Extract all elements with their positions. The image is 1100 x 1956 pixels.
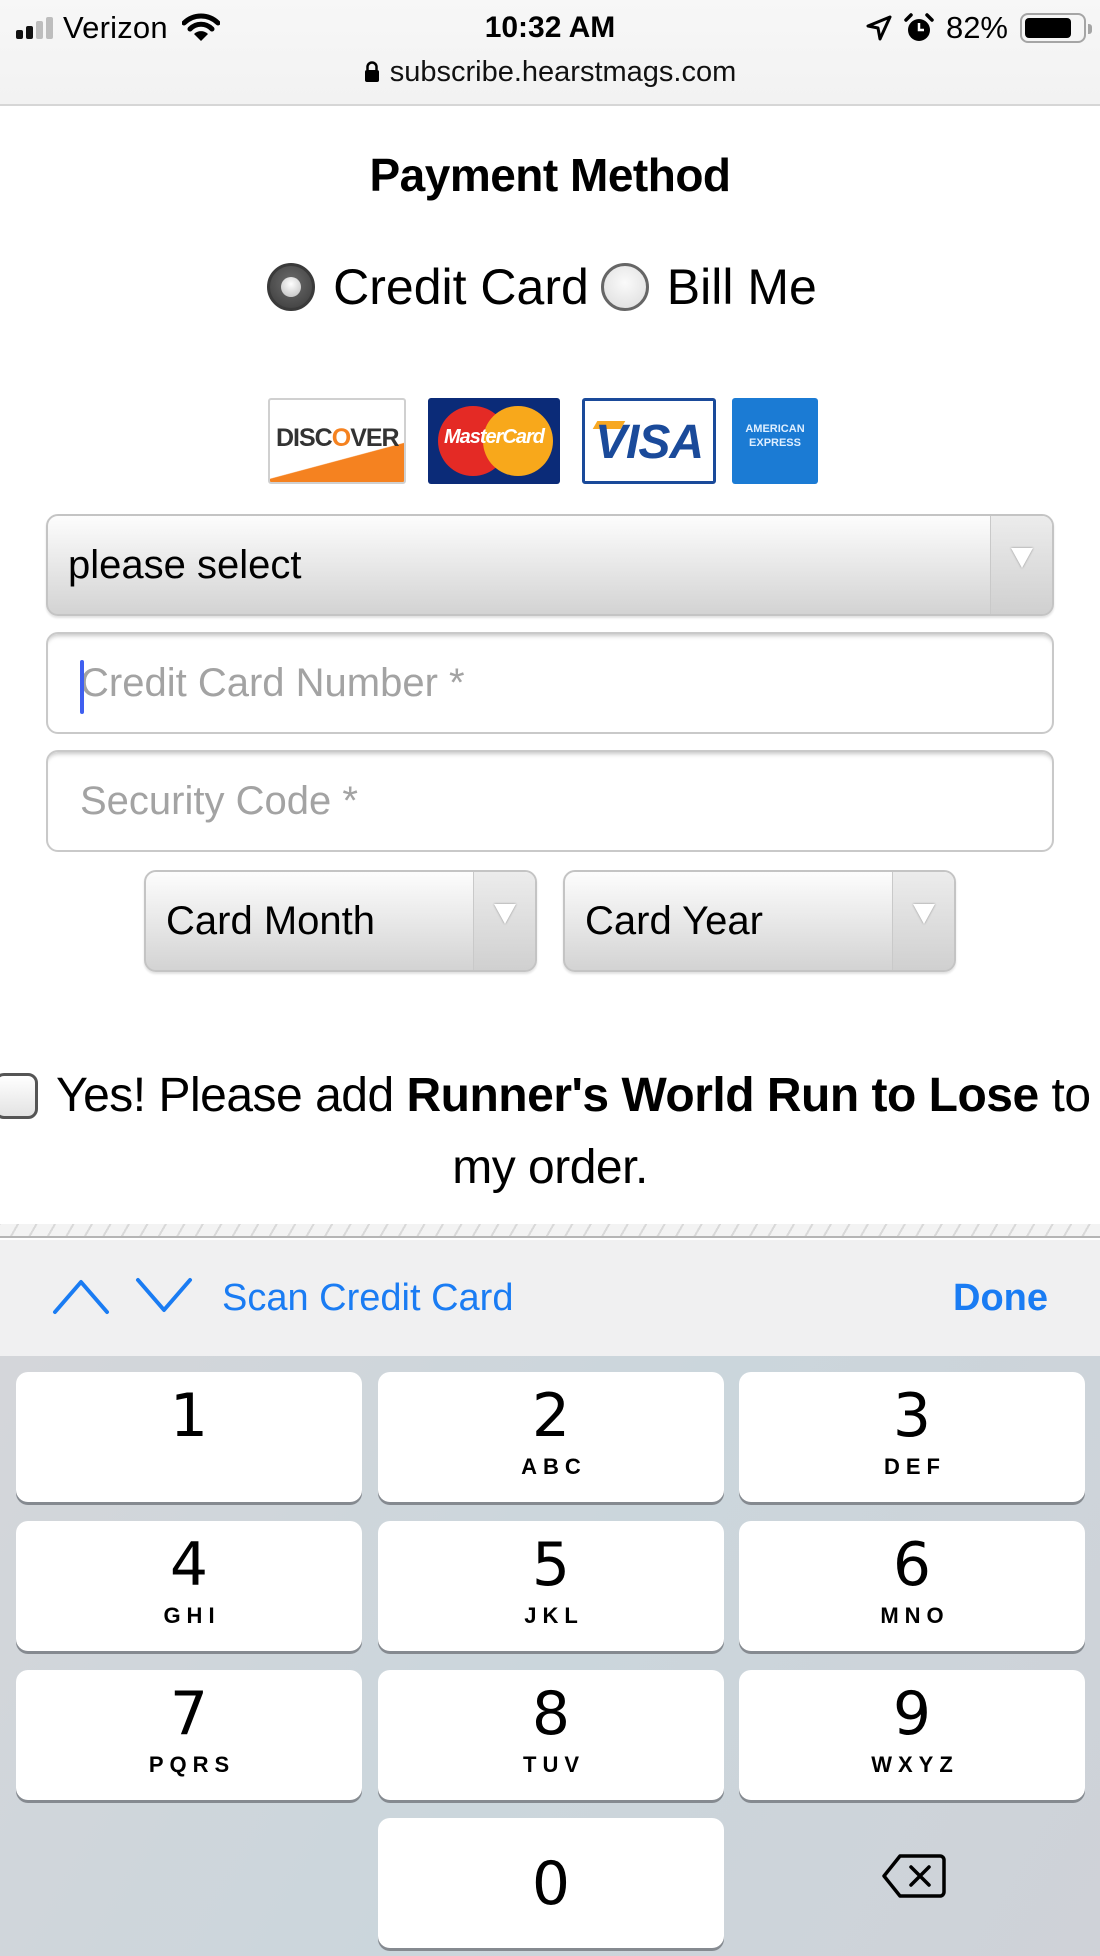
address-bar[interactable]: subscribe.hearstmags.com (0, 52, 1100, 92)
battery-percent: 82% (945, 10, 1008, 45)
card-month-dropdown-button[interactable] (473, 872, 535, 970)
card-type-select[interactable]: please select (46, 514, 1054, 616)
lock-icon (364, 61, 379, 82)
addon-checkbox[interactable] (0, 1073, 38, 1119)
key-2[interactable]: 2 ABC (378, 1372, 724, 1502)
key-4[interactable]: 4 GHI (16, 1521, 362, 1651)
card-type-dropdown-button[interactable] (990, 516, 1052, 614)
key-7[interactable]: 7 PQRS (16, 1670, 362, 1800)
key-0[interactable]: 0 (378, 1818, 724, 1948)
card-year-select-value: Card Year (585, 899, 763, 943)
done-button[interactable]: Done (953, 1240, 1048, 1356)
key-3[interactable]: 3 DEF (739, 1372, 1085, 1502)
backspace-icon[interactable] (880, 1852, 948, 1900)
amex-logo: AMERICAN EXPRESS (732, 398, 818, 484)
key-1[interactable]: 1 (16, 1372, 362, 1502)
security-code-field[interactable] (46, 750, 1054, 852)
key-6[interactable]: 6 MNO (739, 1521, 1085, 1651)
bill-me-radio[interactable] (600, 263, 649, 311)
battery-icon (1020, 13, 1092, 43)
chevron-down-icon[interactable] (135, 1276, 193, 1316)
visa-logo: VISA (582, 398, 716, 484)
accepted-cards: DISCOVER MasterCard VISA AMERICAN EXPRES… (268, 398, 818, 484)
scan-credit-card-button[interactable]: Scan Credit Card (222, 1240, 513, 1356)
dropdown-arrow-icon (1010, 548, 1033, 568)
location-arrow-icon (866, 15, 892, 41)
key-5[interactable]: 5 JKL (378, 1521, 724, 1651)
battery-fill (1025, 18, 1071, 38)
alarm-icon (904, 13, 934, 41)
card-month-select-value: Card Month (166, 899, 375, 943)
status-bar: Verizon 10:32 AM 82% subscribe.hearstmag… (0, 0, 1100, 106)
chevron-up-icon[interactable] (52, 1276, 110, 1316)
addon-text-suffix: to (1038, 1069, 1092, 1122)
card-year-select[interactable]: Card Year (563, 870, 956, 972)
discover-logo: DISCOVER (268, 398, 406, 484)
dropdown-arrow-icon (493, 904, 516, 924)
dropdown-arrow-icon (912, 904, 935, 924)
key-9[interactable]: 9 WXYZ (739, 1670, 1085, 1800)
card-type-select-value: please select (68, 543, 302, 587)
addon-product-name: Runner's World Run to Lose (406, 1069, 1040, 1122)
addon-text-line2: my order. (452, 1141, 648, 1194)
addon-text-prefix: Yes! Please add (56, 1069, 407, 1122)
page-title: Payment Method (369, 149, 731, 201)
card-year-dropdown-button[interactable] (892, 872, 954, 970)
mastercard-logo: MasterCard (428, 398, 560, 484)
key-8[interactable]: 8 TUV (378, 1670, 724, 1800)
card-number-input[interactable] (48, 634, 1052, 732)
credit-card-radio[interactable] (267, 263, 316, 311)
bill-me-radio-label[interactable]: Bill Me (667, 258, 817, 316)
card-number-field[interactable] (46, 632, 1054, 734)
keyboard-toolbar: Scan Credit Card Done (0, 1240, 1100, 1356)
url-text[interactable]: subscribe.hearstmags.com (390, 56, 737, 89)
credit-card-radio-label[interactable]: Credit Card (333, 258, 589, 316)
security-code-input[interactable] (48, 752, 1052, 850)
card-month-select[interactable]: Card Month (144, 870, 537, 972)
keyboard-divider (0, 1224, 1100, 1238)
text-cursor (80, 660, 84, 714)
payment-method-radio-group: Credit Card Bill Me (0, 258, 1100, 316)
